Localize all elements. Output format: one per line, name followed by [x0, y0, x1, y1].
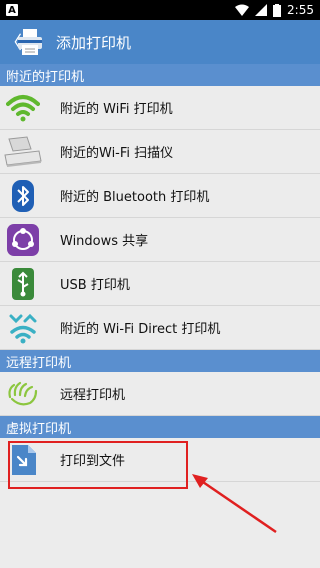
list-item-label: 附近的 Bluetooth 打印机 — [60, 190, 210, 205]
list-item-label: 附近的Wi-Fi 扫描仪 — [60, 146, 174, 161]
list-item-wifi-printer[interactable]: 附近的 WiFi 打印机 — [0, 86, 320, 130]
windows-share-icon — [0, 218, 46, 262]
section-header-nearby: 附近的打印机 — [0, 64, 320, 86]
list-item-usb-printer[interactable]: USB 打印机 — [0, 262, 320, 306]
status-bar: A 2:55 — [0, 0, 320, 20]
app-bar: 〈 添加打印机 — [0, 20, 320, 64]
list-item-label: USB 打印机 — [60, 278, 130, 293]
list-item-remote-printer[interactable]: 远程打印机 — [0, 372, 320, 416]
highlight-box — [8, 441, 188, 489]
back-button[interactable]: 〈 — [4, 29, 22, 55]
list-item-label: Windows 共享 — [60, 234, 149, 249]
list-item-bluetooth-printer[interactable]: 附近的 Bluetooth 打印机 — [0, 174, 320, 218]
cell-signal-icon — [255, 4, 268, 16]
remote-hand-icon — [0, 372, 46, 416]
list-item-wifi-direct-printer[interactable]: 附近的 Wi-Fi Direct 打印机 — [0, 306, 320, 350]
usb-icon — [0, 262, 46, 306]
section-header-remote: 远程打印机 — [0, 350, 320, 372]
section-header-virtual: 虚拟打印机 — [0, 416, 320, 438]
wifi-signal-icon — [235, 4, 250, 16]
list-item-windows-share[interactable]: Windows 共享 — [0, 218, 320, 262]
scanner-icon — [0, 130, 46, 174]
page-title: 添加打印机 — [56, 33, 132, 52]
wifi-direct-icon — [0, 306, 46, 350]
battery-icon — [273, 3, 282, 17]
clock: 2:55 — [287, 3, 314, 17]
list-item-label: 附近的 Wi-Fi Direct 打印机 — [60, 322, 221, 337]
list-item-wifi-scanner[interactable]: 附近的Wi-Fi 扫描仪 — [0, 130, 320, 174]
bluetooth-icon — [0, 174, 46, 218]
list-item-label: 远程打印机 — [60, 388, 126, 403]
annotation-arrow-icon — [192, 474, 277, 534]
wifi-icon — [0, 86, 46, 130]
list-item-label: 附近的 WiFi 打印机 — [60, 102, 173, 117]
printer-logo-icon — [18, 29, 42, 55]
notification-a-icon: A — [6, 4, 18, 16]
